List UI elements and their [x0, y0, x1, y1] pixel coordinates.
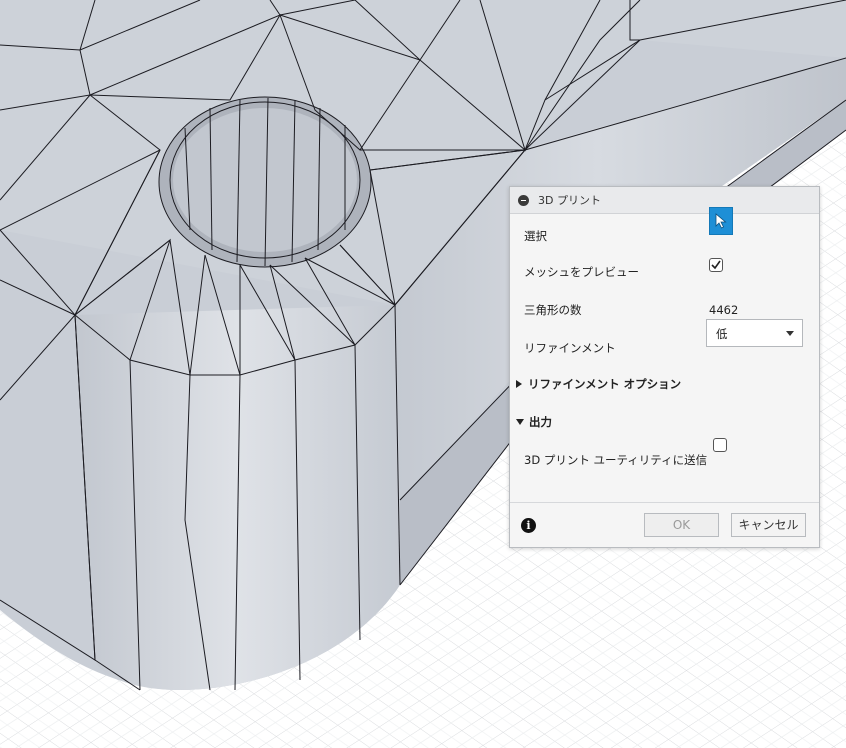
- expand-triangle-icon: [516, 380, 522, 388]
- cancel-button[interactable]: キャンセル: [731, 513, 806, 537]
- preview-label: メッシュをプレビュー: [524, 265, 639, 279]
- output-text: 出力: [529, 415, 552, 429]
- ok-button[interactable]: OK: [644, 513, 719, 537]
- minus-circle-icon[interactable]: [518, 194, 529, 206]
- dialog-titlebar[interactable]: 3D プリント: [510, 187, 819, 214]
- send-row: 3D プリント ユーティリティに送信: [510, 438, 819, 475]
- refinement-row: リファインメント 低: [510, 319, 819, 363]
- send-label: 3D プリント ユーティリティに送信: [524, 453, 708, 467]
- preview-mesh-checkbox[interactable]: [709, 258, 723, 272]
- refinement-options-section[interactable]: リファインメント オプション: [510, 369, 819, 399]
- cylinder-boss: [75, 305, 400, 690]
- checkmark-icon: [711, 260, 721, 270]
- select-label: 選択: [524, 229, 547, 243]
- refinement-dropdown[interactable]: 低: [706, 319, 803, 347]
- refinement-options-text: リファインメント オプション: [528, 377, 682, 391]
- dialog-title: 3D プリント: [538, 194, 601, 207]
- refinement-value: 低: [716, 327, 728, 341]
- send-to-utility-checkbox[interactable]: [713, 438, 727, 452]
- collapse-triangle-icon: [516, 419, 524, 425]
- info-icon[interactable]: i: [521, 518, 536, 533]
- dialog-footer: i OK キャンセル: [510, 502, 819, 547]
- 3d-print-dialog: 3D プリント 選択 メッシュをプレビュー 三角形の数 4462 リファインメン…: [509, 186, 820, 548]
- triangles-label: 三角形の数: [524, 303, 582, 317]
- cursor-arrow-icon: [715, 213, 727, 229]
- preview-row: メッシュをプレビュー: [510, 257, 819, 287]
- output-section[interactable]: 出力: [510, 407, 819, 437]
- output-header[interactable]: 出力: [516, 414, 552, 430]
- triangles-count: 4462: [709, 303, 739, 317]
- refinement-options-header[interactable]: リファインメント オプション: [516, 376, 681, 392]
- select-row: 選択: [510, 207, 819, 251]
- select-body-button[interactable]: [709, 207, 733, 235]
- hole-inner: [173, 108, 357, 252]
- chevron-down-icon: [786, 331, 794, 336]
- refinement-label: リファインメント: [524, 341, 616, 355]
